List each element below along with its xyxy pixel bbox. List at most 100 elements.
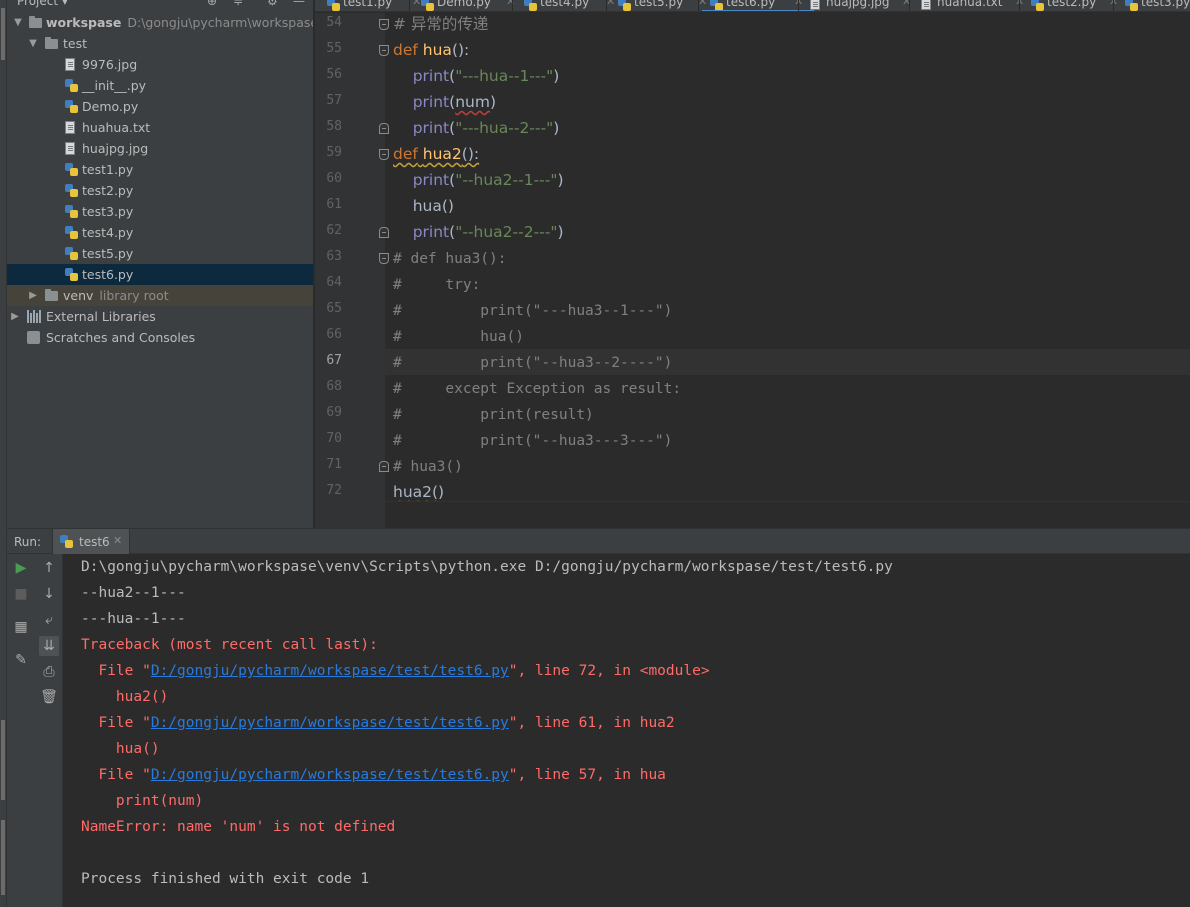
tree-external-libraries[interactable]: ▶ External Libraries — [7, 306, 313, 327]
close-icon[interactable]: ✕ — [113, 534, 122, 547]
tab-label: test3.py — [1141, 0, 1190, 9]
python-file-icon — [60, 535, 73, 548]
layout-icon[interactable]: ▦ — [11, 617, 31, 637]
project-strip-button[interactable] — [1, 8, 5, 60]
tab-huajpg-jpg[interactable]: huajpg.jpg ✕ — [810, 0, 912, 11]
line-number: 59 — [326, 145, 342, 160]
stop-icon[interactable]: ■ — [11, 584, 31, 604]
close-icon[interactable]: ✕ — [506, 0, 515, 8]
tree-file-label: test6.py — [82, 267, 134, 282]
run-console[interactable]: D:\gongju\pycharm\workspase\venv\Scripts… — [63, 554, 1190, 907]
gear-icon[interactable]: ⚙ — [267, 0, 278, 8]
code-line: # print("---hua3--1---") — [393, 303, 673, 319]
run-tab-test6[interactable]: test6 ✕ — [52, 529, 130, 554]
chevron-down-icon[interactable]: ▼ — [28, 33, 38, 54]
tree-file-item[interactable]: huajpg.jpg — [7, 138, 313, 159]
code-line: # try: — [393, 277, 481, 293]
code-line: print(num) — [412, 93, 497, 111]
tab-separator — [512, 0, 513, 11]
close-icon[interactable]: ✕ — [606, 0, 615, 8]
print-icon[interactable]: ⎙ — [39, 662, 59, 682]
close-icon[interactable]: ✕ — [412, 0, 421, 8]
folder-icon — [45, 289, 58, 301]
fold-marker-icon[interactable] — [379, 19, 389, 30]
file-icon — [65, 121, 75, 134]
tab-label: test5.py — [634, 0, 684, 9]
file-link[interactable]: D:/gongju/pycharm/workspase/test/test6.p… — [151, 663, 509, 679]
code-line: def hua2(): — [393, 145, 480, 163]
tab-label: test4.py — [540, 0, 590, 9]
chevron-right-icon[interactable]: ▶ — [28, 285, 38, 306]
arrow-up-icon[interactable]: ↑ — [39, 558, 59, 578]
project-panel-header: Project ▾ ⊕ ≑ ⚙ — — [7, 0, 313, 8]
project-view-selector[interactable]: Project ▾ — [17, 0, 68, 8]
structure-strip-button[interactable] — [1, 720, 5, 800]
line-number: 67 — [326, 353, 342, 368]
tab-demo-py[interactable]: Demo.py ✕ — [421, 0, 516, 11]
fold-marker-icon[interactable] — [379, 227, 389, 238]
scratches-icon — [27, 331, 40, 344]
line-number: 61 — [326, 197, 342, 212]
trash-icon[interactable]: 🗑 — [39, 687, 59, 707]
tree-file-item[interactable]: 9976.jpg — [7, 54, 313, 75]
file-icon — [65, 58, 75, 71]
trace-prefix: File " — [81, 715, 151, 731]
fold-marker-icon[interactable] — [379, 45, 389, 56]
fold-marker-icon[interactable] — [379, 461, 389, 472]
tab-test3-py[interactable]: test3.py✕ — [1125, 0, 1190, 11]
tree-file-item[interactable]: test5.py — [7, 243, 313, 264]
code-line: # except Exception as result: — [393, 381, 682, 397]
tree-file-item[interactable]: test1.py — [7, 159, 313, 180]
tree-file-item[interactable]: huahua.txt — [7, 117, 313, 138]
play-icon[interactable]: ▶ — [11, 558, 31, 578]
python-file-icon — [65, 226, 78, 239]
tab-test6-py[interactable]: test6.py✕ — [702, 0, 814, 11]
tree-file-item[interactable]: Demo.py — [7, 96, 313, 117]
code-editor[interactable]: 54 55 56 57 58 59 60 61 62 63 64 65 66 67 68 69 70 71 72 #… — [315, 13, 1190, 501]
arrow-down-icon[interactable]: ↓ — [39, 584, 59, 604]
tab-huahua-txt[interactable]: huahua.txt✕ — [921, 0, 1025, 11]
tab-test1-py[interactable]: test1.py ✕ — [327, 0, 422, 11]
pin-icon[interactable]: ✎ — [11, 650, 31, 670]
tree-file-item[interactable]: test3.py — [7, 201, 313, 222]
scroll-to-end-icon[interactable]: ⇊ — [39, 636, 59, 656]
console-line: hua2() — [81, 689, 169, 705]
tree-file-item[interactable]: test6.py — [7, 264, 313, 285]
tab-test2-py[interactable]: test2.py✕ — [1031, 0, 1119, 11]
file-link[interactable]: D:/gongju/pycharm/workspase/test/test6.p… — [151, 767, 509, 783]
target-icon[interactable]: ⊕ — [207, 0, 217, 8]
run-toolwindow-header: Run: test6 ✕ — [7, 528, 1190, 554]
line-number: 70 — [326, 431, 342, 446]
tree-file-label: test5.py — [82, 246, 134, 261]
line-number: 72 — [326, 483, 342, 498]
chevron-down-icon[interactable]: ▼ — [13, 12, 23, 33]
tree-folder-test[interactable]: ▼ test — [7, 33, 313, 54]
fold-marker-icon[interactable] — [379, 253, 389, 264]
tree-root-workspase[interactable]: ▼ workspase D:\gongju\pycharm\workspase — [7, 12, 313, 33]
tree-file-item[interactable]: test2.py — [7, 180, 313, 201]
tree-scratches[interactable]: Scratches and Consoles — [7, 327, 313, 348]
tree-folder-venv[interactable]: ▶ venv library root — [7, 285, 313, 306]
fold-marker-icon[interactable] — [379, 149, 389, 160]
close-icon[interactable]: ✕ — [698, 0, 707, 8]
tab-test4-py[interactable]: test4.py ✕ — [524, 0, 616, 11]
console-line: Process finished with exit code 1 — [81, 871, 370, 887]
chevron-right-icon[interactable]: ▶ — [10, 306, 20, 327]
collapse-icon[interactable]: ≑ — [233, 0, 243, 8]
file-link[interactable]: D:/gongju/pycharm/workspase/test/test6.p… — [151, 715, 509, 731]
tab-label: test1.py — [343, 0, 393, 9]
left-tool-strip — [0, 0, 7, 907]
trace-prefix: File " — [81, 663, 151, 679]
tab-test5-py[interactable]: test5.py ✕ — [618, 0, 708, 11]
console-line: --hua2--1--- — [81, 585, 186, 601]
hide-icon[interactable]: — — [293, 0, 305, 8]
line-number: 69 — [326, 405, 342, 420]
fold-marker-icon[interactable] — [379, 123, 389, 134]
line-number: 66 — [326, 327, 342, 342]
line-number: 65 — [326, 301, 342, 316]
code-line: # 异常的传递 — [393, 15, 489, 33]
soft-wrap-icon[interactable]: ⤶ — [39, 610, 59, 630]
tree-file-item[interactable]: test4.py — [7, 222, 313, 243]
tree-file-item[interactable]: __init__.py — [7, 75, 313, 96]
favorites-strip-button[interactable] — [1, 820, 5, 895]
